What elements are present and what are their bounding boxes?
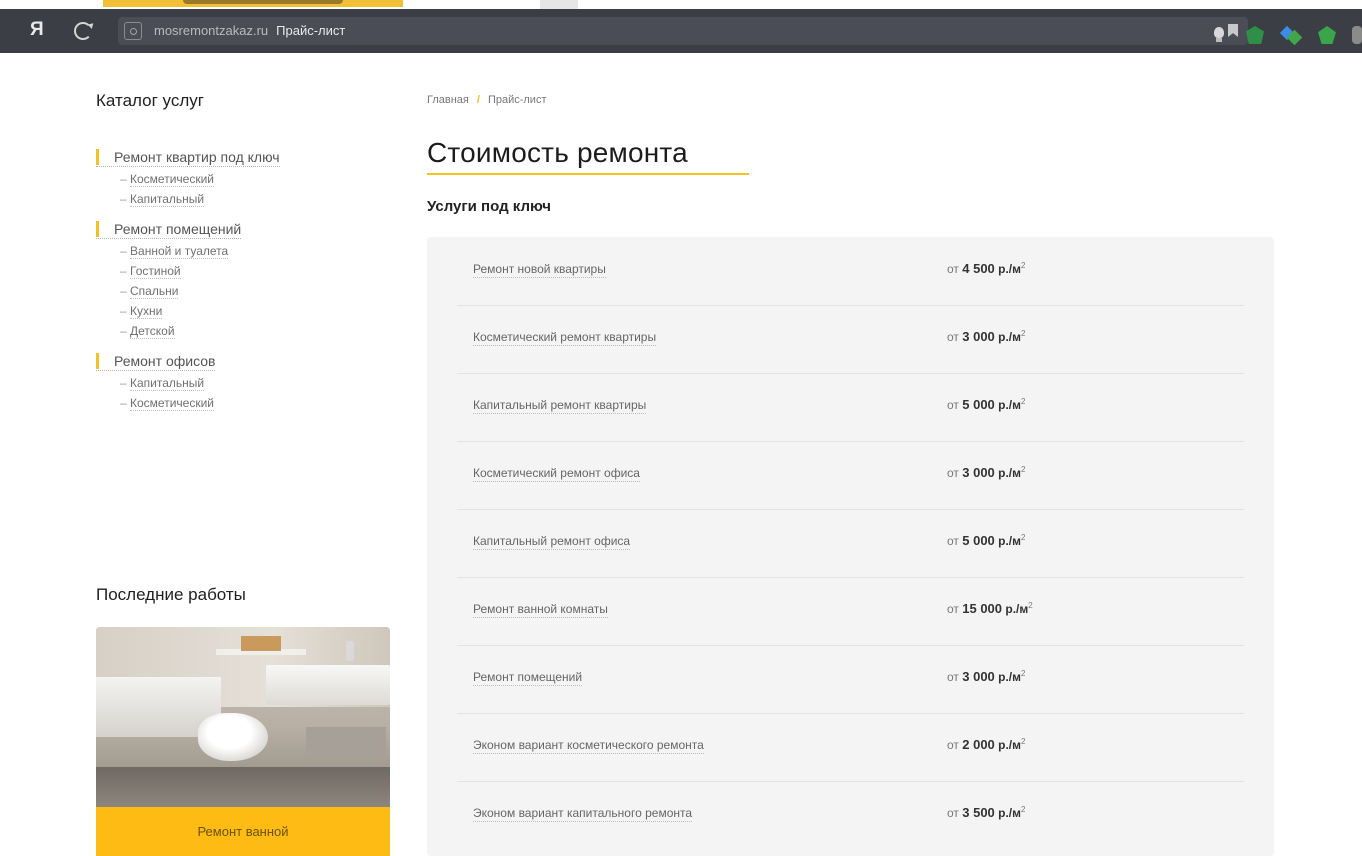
price-row: Ремонт ванной комнаты от 15 000 р./м2 — [457, 577, 1244, 646]
catalog-category: Ремонт офисов – Капитальный – Косметичес… — [96, 353, 396, 413]
active-tab[interactable] — [103, 0, 403, 7]
price-row: Косметический ремонт офиса от 3 000 р./м… — [457, 441, 1244, 510]
service-price: от 3 000 р./м2 — [947, 465, 1026, 480]
recent-works-title: Последние работы — [96, 585, 246, 604]
extension-icon[interactable] — [1352, 26, 1362, 44]
green-shield-extension-icon[interactable] — [1318, 26, 1336, 44]
service-link[interactable]: Косметический ремонт офиса — [473, 466, 640, 482]
service-link[interactable]: Эконом вариант косметического ремонта — [473, 738, 704, 754]
service-link[interactable]: Капитальный ремонт квартиры — [473, 398, 647, 414]
service-price: от 3 000 р./м2 — [947, 669, 1026, 684]
category-link[interactable]: Ремонт помещений — [96, 221, 242, 239]
catalog-category: Ремонт помещений – Ванной и туалета – Го… — [96, 221, 396, 341]
address-text: mosremontzakaz.ru Прайс-лист — [154, 23, 345, 38]
url-domain: mosremontzakaz.ru — [154, 23, 269, 38]
price-row: Эконом вариант капитального ремонта от 3… — [457, 781, 1244, 849]
reload-icon[interactable] — [74, 22, 92, 40]
section-title: Услуги под ключ — [427, 198, 551, 215]
subcategory-list: – Косметический – Капитальный — [96, 169, 396, 209]
category-marker — [96, 353, 99, 369]
bookmark-icon[interactable] — [1228, 24, 1238, 37]
new-tab[interactable] — [540, 0, 578, 9]
price-row: Ремонт помещений от 3 000 р./м2 — [457, 645, 1244, 714]
browser-toolbar: Я mosremontzakaz.ru Прайс-лист — [0, 9, 1362, 53]
price-row: Капитальный ремонт офиса от 5 000 р./м2 — [457, 509, 1244, 578]
service-link[interactable]: Косметический ремонт квартиры — [473, 330, 657, 346]
service-price: от 5 000 р./м2 — [947, 533, 1026, 548]
subcategory-item[interactable]: – Косметический — [120, 169, 396, 189]
subcategory-item[interactable]: – Кухни — [120, 301, 396, 321]
recent-work-photo[interactable] — [96, 627, 390, 807]
subcategory-item[interactable]: – Косметический — [120, 393, 396, 413]
lightbulb-extension-icon[interactable] — [1210, 26, 1228, 44]
price-row: Ремонт новой квартиры от 4 500 р./м2 — [457, 237, 1244, 306]
colorful-extension-icon[interactable] — [1282, 26, 1300, 44]
category-marker — [96, 149, 99, 165]
catalog-title: Каталог услуг — [96, 91, 204, 110]
subcategory-item[interactable]: – Гостиной — [120, 261, 396, 281]
recent-work-caption[interactable]: Ремонт ванной — [96, 807, 390, 856]
breadcrumb: Главная / Прайс-лист — [427, 94, 547, 106]
price-row: Косметический ремонт квартиры от 3 000 р… — [457, 305, 1244, 374]
subcategory-list: – Капитальный – Косметический — [96, 373, 396, 413]
catalog-category: Ремонт квартир под ключ – Косметический … — [96, 149, 396, 209]
yandex-logo[interactable]: Я — [30, 19, 44, 41]
service-price: от 5 000 р./м2 — [947, 397, 1026, 412]
category-link[interactable]: Ремонт квартир под ключ — [96, 149, 280, 167]
category-marker — [96, 221, 99, 237]
site-info-icon[interactable] — [124, 22, 142, 40]
service-price: от 4 500 р./м2 — [947, 261, 1026, 276]
service-price: от 2 000 р./м2 — [947, 737, 1026, 752]
service-link[interactable]: Эконом вариант капитального ремонта — [473, 806, 693, 822]
subcategory-item[interactable]: – Спальни — [120, 281, 396, 301]
green-extension-icon[interactable] — [1246, 26, 1264, 44]
price-row: Эконом вариант косметического ремонта от… — [457, 713, 1244, 782]
breadcrumb-home-link[interactable]: Главная — [427, 94, 469, 106]
service-catalog: Каталог услуг Ремонт квартир под ключ – … — [96, 91, 396, 413]
breadcrumb-separator: / — [476, 94, 480, 106]
url-page-title: Прайс-лист — [276, 23, 346, 38]
price-row: Капитальный ремонт квартиры от 5 000 р./… — [457, 373, 1244, 442]
subcategory-item[interactable]: – Детской — [120, 321, 396, 341]
browser-top-strip — [0, 0, 1362, 9]
subcategory-item[interactable]: – Капитальный — [120, 373, 396, 393]
service-link[interactable]: Ремонт помещений — [473, 670, 583, 686]
service-price: от 3 000 р./м2 — [947, 329, 1026, 344]
service-link[interactable]: Ремонт ванной комнаты — [473, 602, 608, 618]
subcategory-item[interactable]: – Ванной и туалета — [120, 241, 396, 261]
page-title: Стоимость ремонта — [427, 137, 688, 168]
price-list: Ремонт новой квартиры от 4 500 р./м2 Кос… — [427, 237, 1274, 856]
service-link[interactable]: Ремонт новой квартиры — [473, 262, 606, 278]
address-bar[interactable]: mosremontzakaz.ru Прайс-лист — [118, 17, 1248, 45]
category-link[interactable]: Ремонт офисов — [96, 353, 216, 371]
breadcrumb-current: Прайс-лист — [487, 94, 547, 106]
service-link[interactable]: Капитальный ремонт офиса — [473, 534, 631, 550]
tab-highlight — [183, 0, 343, 4]
subcategory-item[interactable]: – Капитальный — [120, 189, 396, 209]
subcategory-list: – Ванной и туалета – Гостиной – Спальни … — [96, 241, 396, 341]
service-price: от 15 000 р./м2 — [947, 601, 1033, 616]
title-underline — [427, 173, 749, 175]
service-price: от 3 500 р./м2 — [947, 805, 1026, 820]
